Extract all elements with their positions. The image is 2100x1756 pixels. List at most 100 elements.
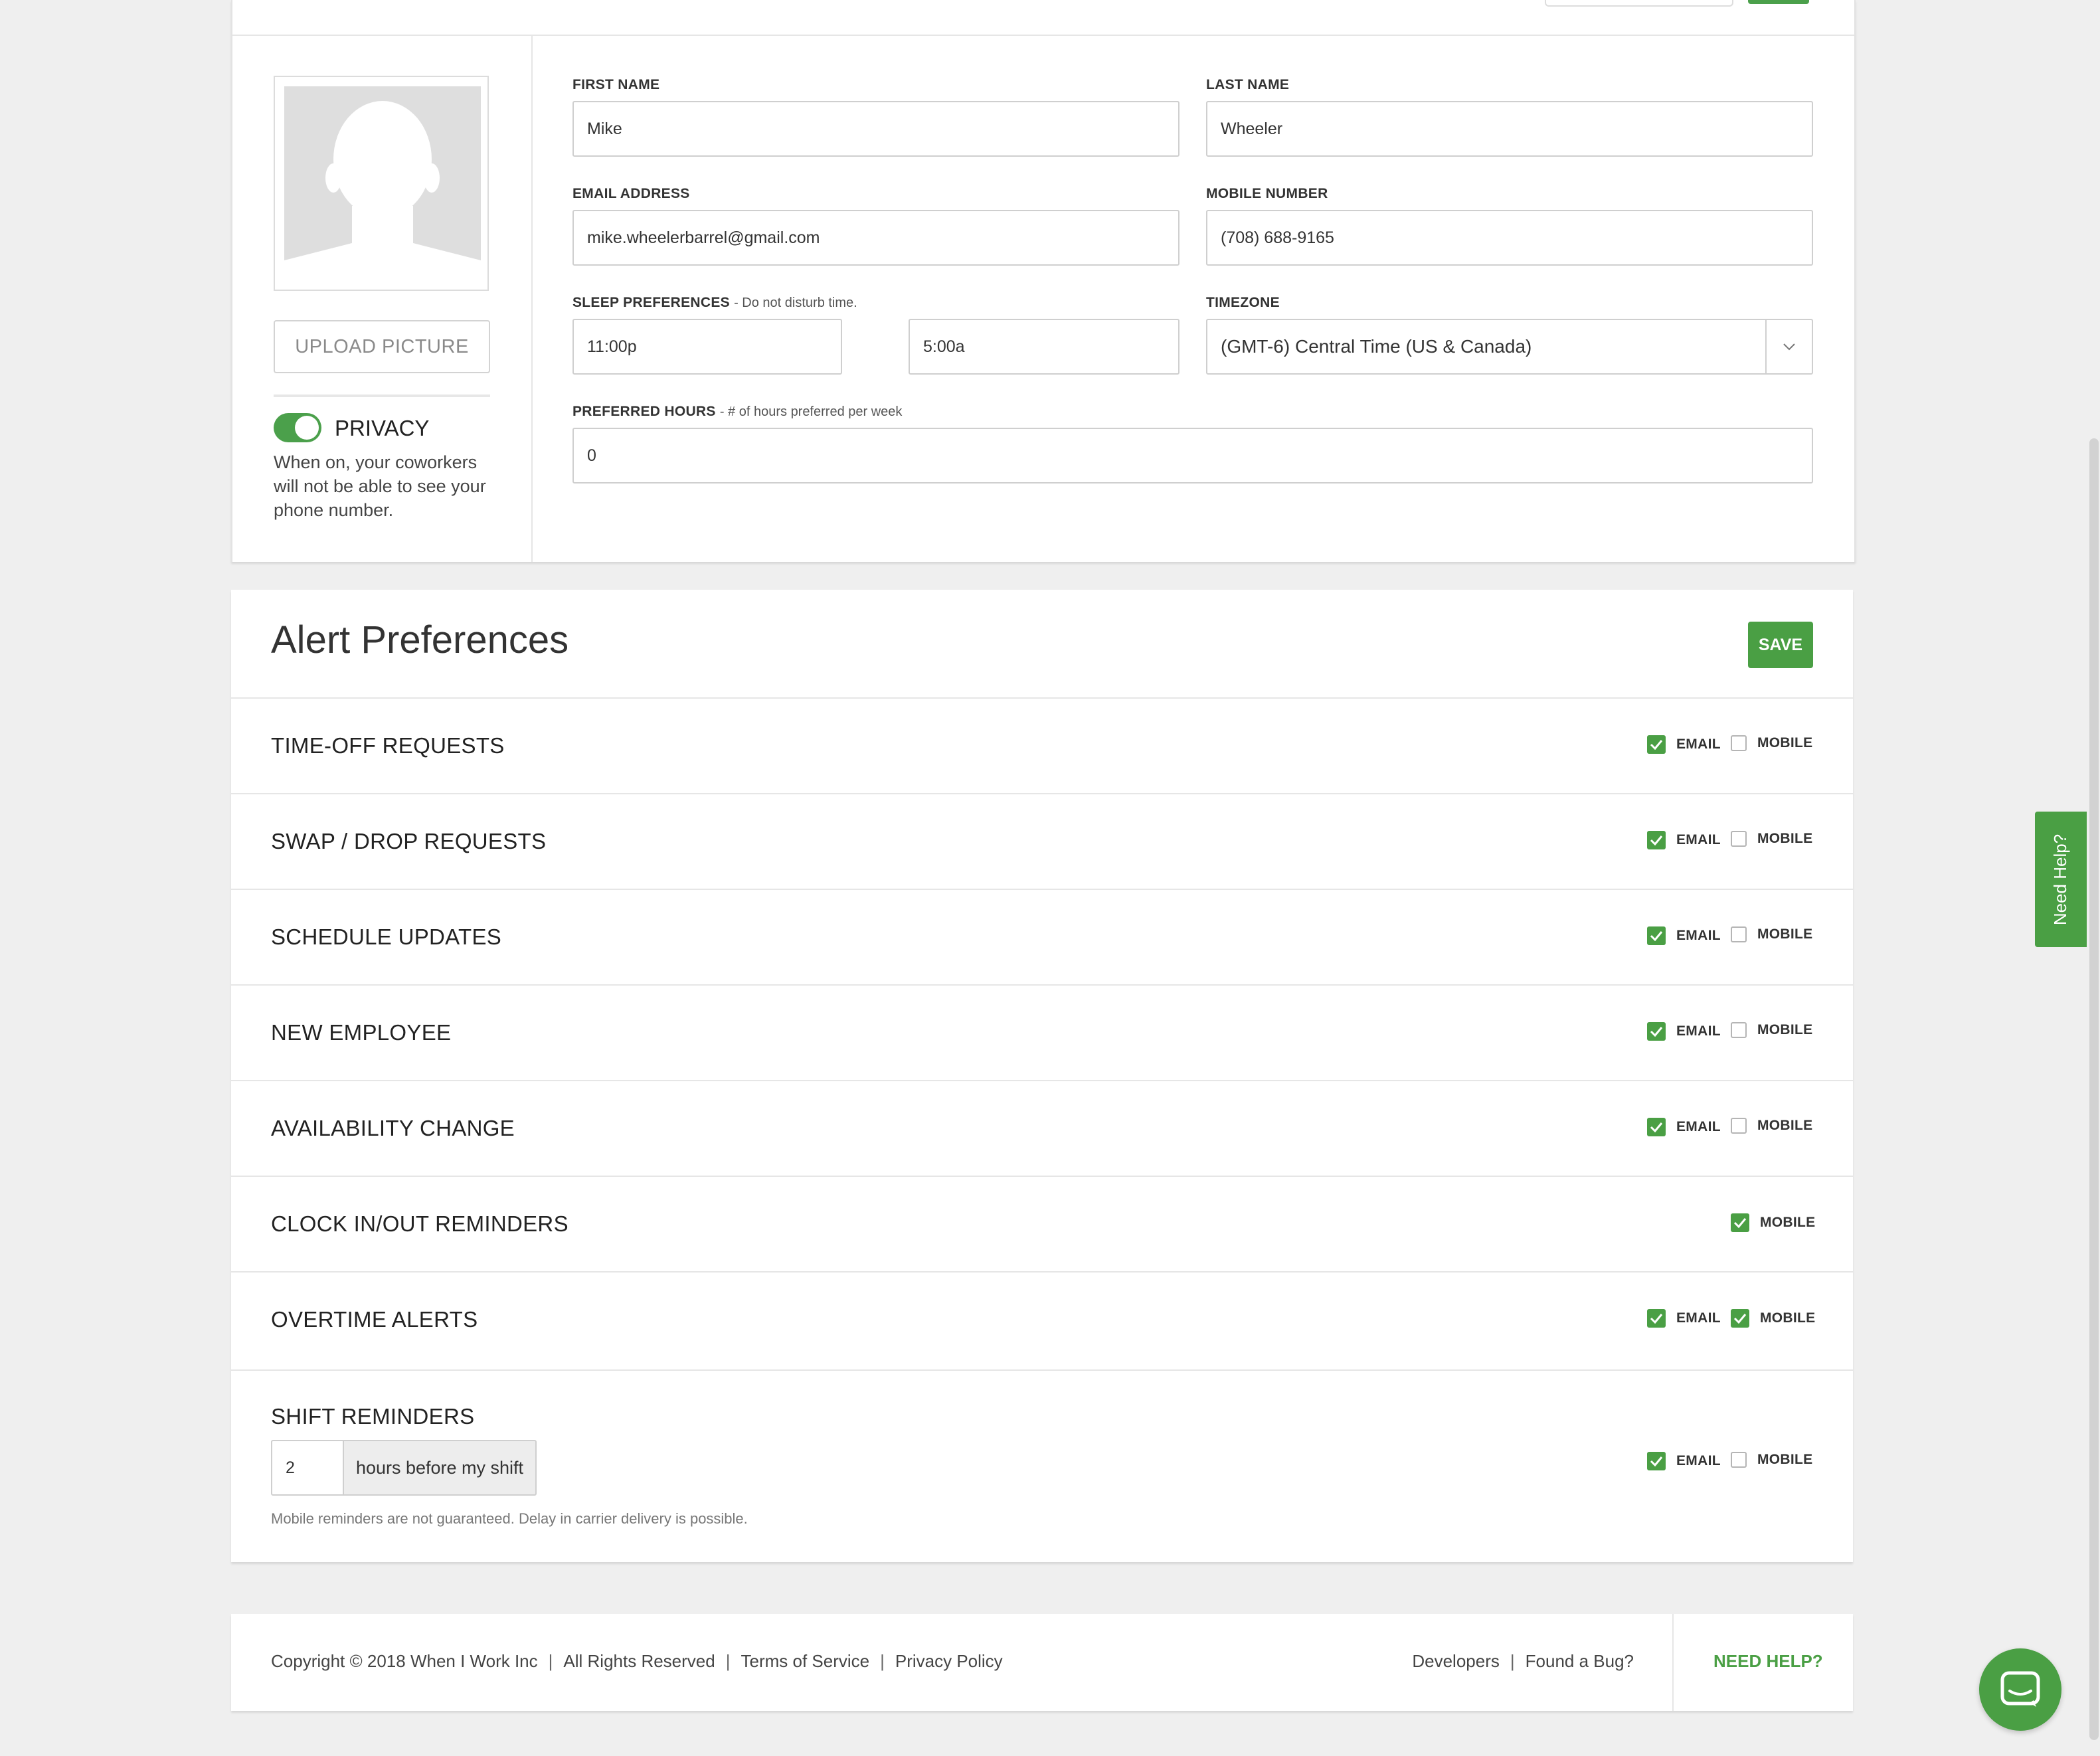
mobile-checkbox[interactable] <box>1731 735 1747 751</box>
email-label: EMAIL <box>1676 1453 1721 1468</box>
alert-name: AVAILABILITY CHANGE <box>271 1116 515 1140</box>
sleep-preferences-hint: - Do not disturb time. <box>734 296 857 310</box>
email-option[interactable]: EMAIL <box>1647 1309 1721 1328</box>
email-option[interactable]: EMAIL <box>1647 1452 1721 1470</box>
divider <box>274 395 490 397</box>
terms-link[interactable]: Terms of Service <box>741 1651 869 1671</box>
email-field[interactable]: mike.wheelerbarrel@gmail.com <box>572 210 1180 266</box>
mobile-checkbox[interactable] <box>1731 1213 1749 1232</box>
mobile-option[interactable]: MOBILE <box>1731 926 1812 942</box>
mobile-label: MOBILE <box>1760 1215 1816 1230</box>
shift-reminder-hours-input[interactable]: 2 <box>271 1440 344 1496</box>
email-checkbox[interactable] <box>1647 735 1666 754</box>
mobile-reminder-note: Mobile reminders are not guaranteed. Del… <box>271 1510 748 1527</box>
first-name-field[interactable]: Mike <box>572 101 1180 157</box>
mobile-option[interactable]: MOBILE <box>1731 1309 1815 1328</box>
divider <box>1672 1614 1674 1711</box>
sleep-to-field[interactable]: 5:00a <box>909 319 1180 375</box>
mobile-checkbox[interactable] <box>1731 1118 1747 1134</box>
sleep-preferences-title: SLEEP PREFERENCES <box>572 295 730 310</box>
email-checkbox[interactable] <box>1647 926 1666 945</box>
alert-row: CLOCK IN/OUT REMINDERS MOBILE <box>231 1176 1853 1273</box>
alert-preferences-title: Alert Preferences <box>271 618 569 661</box>
privacy-policy-link[interactable]: Privacy Policy <box>895 1651 1003 1671</box>
alert-name: TIME-OFF REQUESTS <box>271 733 505 758</box>
email-option[interactable]: EMAIL <box>1647 926 1721 945</box>
separator: | <box>725 1651 731 1671</box>
mobile-option[interactable]: MOBILE <box>1731 1213 1815 1232</box>
alert-row: NEW EMPLOYEE EMAIL MOBILE <box>231 984 1853 1081</box>
email-label: EMAIL <box>1676 832 1721 847</box>
email-checkbox[interactable] <box>1647 1452 1666 1470</box>
footer: Copyright © 2018 When I Work Inc | All Rig… <box>231 1614 1853 1711</box>
mobile-label: MOBILE <box>1757 735 1813 750</box>
email-checkbox[interactable] <box>1647 831 1666 849</box>
mobile-label: MOBILE <box>1757 1022 1813 1037</box>
preferred-hours-field[interactable]: 0 <box>572 428 1813 483</box>
email-checkbox[interactable] <box>1647 1022 1666 1041</box>
mobile-checkbox[interactable] <box>1731 1022 1747 1038</box>
separator: | <box>1510 1651 1515 1671</box>
alert-row: OVERTIME ALERTS EMAIL MOBILE <box>231 1271 1853 1368</box>
save-button[interactable]: SAVE <box>1748 622 1813 668</box>
cancel-button-edge[interactable] <box>1545 0 1733 7</box>
mobile-label: MOBILE <box>1757 1118 1813 1133</box>
alert-name: CLOCK IN/OUT REMINDERS <box>271 1211 569 1236</box>
email-option[interactable]: EMAIL <box>1647 1022 1721 1041</box>
email-option[interactable]: EMAIL <box>1647 831 1721 849</box>
mobile-option[interactable]: MOBILE <box>1731 1022 1812 1038</box>
timezone-select[interactable]: (GMT-6) Central Time (US & Canada) <box>1206 319 1813 375</box>
email-option[interactable]: EMAIL <box>1647 735 1721 754</box>
found-a-bug-link[interactable]: Found a Bug? <box>1526 1651 1634 1671</box>
mobile-checkbox[interactable] <box>1731 1309 1749 1328</box>
alert-name: NEW EMPLOYEE <box>271 1020 452 1045</box>
mobile-label: MOBILE <box>1757 831 1813 846</box>
upload-picture-button[interactable]: UPLOAD PICTURE <box>274 320 490 373</box>
toggle-knob <box>295 416 319 440</box>
timezone-value: (GMT-6) Central Time (US & Canada) <box>1221 336 1532 357</box>
email-label: EMAIL <box>1676 1310 1721 1326</box>
email-label: EMAIL <box>1676 737 1721 752</box>
mobile-option[interactable]: MOBILE <box>1731 1452 1812 1468</box>
mobile-option[interactable]: MOBILE <box>1731 1118 1812 1134</box>
need-help-tab[interactable]: Need Help? <box>2035 812 2087 947</box>
email-checkbox[interactable] <box>1647 1309 1666 1328</box>
profile-left-column: UPLOAD PICTURE PRIVACY When on, your cow… <box>232 35 533 562</box>
preferred-hours-label: PREFERRED HOURS - # of hours preferred p… <box>572 404 902 420</box>
developers-link[interactable]: Developers <box>1412 1651 1500 1671</box>
scrollbar[interactable] <box>2089 438 2099 1740</box>
mobile-option[interactable]: MOBILE <box>1731 735 1812 751</box>
alert-preferences-card: Alert Preferences SAVE TIME-OFF REQUESTS… <box>231 590 1853 1562</box>
email-option[interactable]: EMAIL <box>1647 1118 1721 1136</box>
separator: | <box>880 1651 885 1671</box>
chevron-down-icon[interactable] <box>1765 320 1812 373</box>
sleep-from-field[interactable]: 11:00p <box>572 319 842 375</box>
privacy-label: PRIVACY <box>335 416 430 440</box>
email-checkbox[interactable] <box>1647 1118 1666 1136</box>
alert-row: SWAP / DROP REQUESTS EMAIL MOBILE <box>231 793 1853 890</box>
all-rights-text: All Rights Reserved <box>563 1651 715 1671</box>
mobile-checkbox[interactable] <box>1731 1452 1747 1468</box>
mobile-checkbox[interactable] <box>1731 926 1747 942</box>
chat-icon[interactable] <box>1979 1648 2061 1731</box>
last-name-field[interactable]: Wheeler <box>1206 101 1813 157</box>
privacy-description: When on, your coworkers will not be able… <box>274 452 486 520</box>
mobile-checkbox[interactable] <box>1731 831 1747 847</box>
person-silhouette-icon <box>284 86 481 283</box>
mobile-label: MOBILE <box>1757 1452 1813 1467</box>
footer-right-links: Developers | Found a Bug? <box>1412 1651 1634 1672</box>
sleep-preferences-label: SLEEP PREFERENCES - Do not disturb time. <box>572 295 857 311</box>
need-help-link[interactable]: NEED HELP? <box>1713 1651 1823 1672</box>
profile-card: UPLOAD PICTURE PRIVACY When on, your cow… <box>231 0 1856 562</box>
alert-name: SHIFT REMINDERS <box>271 1404 475 1429</box>
email-label: EMAIL <box>1676 1023 1721 1039</box>
mobile-number-field[interactable]: (708) 688-9165 <box>1206 210 1813 266</box>
privacy-toggle[interactable] <box>274 413 321 442</box>
email-label: EMAIL <box>1676 928 1721 943</box>
alert-name: SWAP / DROP REQUESTS <box>271 829 547 853</box>
save-button-edge[interactable] <box>1748 0 1809 4</box>
mobile-option[interactable]: MOBILE <box>1731 831 1812 847</box>
footer-left-links: Copyright © 2018 When I Work Inc | All Rig… <box>271 1651 1003 1672</box>
last-name-label: LAST NAME <box>1206 77 1290 92</box>
alert-row: SCHEDULE UPDATES EMAIL MOBILE <box>231 889 1853 986</box>
